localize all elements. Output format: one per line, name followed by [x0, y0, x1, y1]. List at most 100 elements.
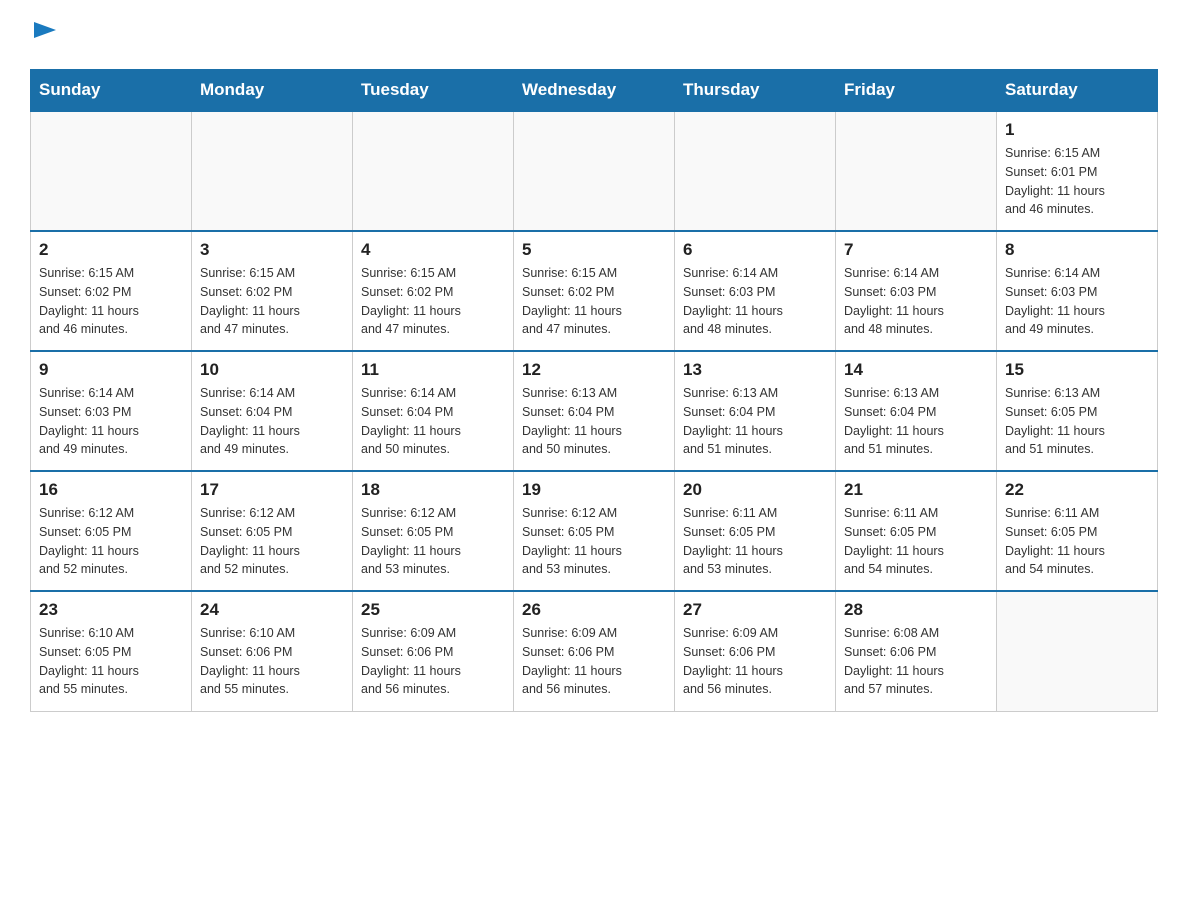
day-info: Sunrise: 6:12 AMSunset: 6:05 PMDaylight:… — [200, 504, 344, 579]
calendar-cell — [514, 111, 675, 231]
col-sunday: Sunday — [31, 70, 192, 112]
day-number: 14 — [844, 360, 988, 380]
calendar-cell: 2 Sunrise: 6:15 AMSunset: 6:02 PMDaylight… — [31, 231, 192, 351]
calendar-cell: 14 Sunrise: 6:13 AMSunset: 6:04 PMDayligh… — [836, 351, 997, 471]
col-tuesday: Tuesday — [353, 70, 514, 112]
calendar-cell: 11 Sunrise: 6:14 AMSunset: 6:04 PMDayligh… — [353, 351, 514, 471]
day-number: 6 — [683, 240, 827, 260]
day-number: 20 — [683, 480, 827, 500]
day-number: 28 — [844, 600, 988, 620]
week-row-3: 16 Sunrise: 6:12 AMSunset: 6:05 PMDayligh… — [31, 471, 1158, 591]
day-number: 17 — [200, 480, 344, 500]
day-number: 10 — [200, 360, 344, 380]
calendar-cell: 21 Sunrise: 6:11 AMSunset: 6:05 PMDayligh… — [836, 471, 997, 591]
day-info: Sunrise: 6:12 AMSunset: 6:05 PMDaylight:… — [522, 504, 666, 579]
day-info: Sunrise: 6:11 AMSunset: 6:05 PMDaylight:… — [683, 504, 827, 579]
calendar-cell: 5 Sunrise: 6:15 AMSunset: 6:02 PMDaylight… — [514, 231, 675, 351]
calendar-cell — [675, 111, 836, 231]
calendar-table: Sunday Monday Tuesday Wednesday Thursday… — [30, 69, 1158, 712]
calendar-cell — [997, 591, 1158, 711]
day-number: 1 — [1005, 120, 1149, 140]
calendar-cell: 22 Sunrise: 6:11 AMSunset: 6:05 PMDayligh… — [997, 471, 1158, 591]
week-row-2: 9Sunrise: 6:14 AMSunset: 6:03 PMDaylight… — [31, 351, 1158, 471]
day-number: 22 — [1005, 480, 1149, 500]
col-monday: Monday — [192, 70, 353, 112]
day-number: 27 — [683, 600, 827, 620]
calendar-cell: 13 Sunrise: 6:13 AMSunset: 6:04 PMDayligh… — [675, 351, 836, 471]
calendar-cell — [192, 111, 353, 231]
header — [30, 20, 1158, 49]
day-info: Sunrise: 6:15 AMSunset: 6:02 PMDaylight:… — [200, 264, 344, 339]
day-number: 7 — [844, 240, 988, 260]
calendar-cell — [31, 111, 192, 231]
calendar-cell: 19 Sunrise: 6:12 AMSunset: 6:05 PMDayligh… — [514, 471, 675, 591]
calendar-cell: 1 Sunrise: 6:15 AMSunset: 6:01 PMDaylight… — [997, 111, 1158, 231]
logo — [30, 20, 56, 49]
calendar-cell: 23 Sunrise: 6:10 AMSunset: 6:05 PMDayligh… — [31, 591, 192, 711]
calendar-cell: 6 Sunrise: 6:14 AMSunset: 6:03 PMDaylight… — [675, 231, 836, 351]
day-number: 23 — [39, 600, 183, 620]
day-info: Sunrise: 6:09 AMSunset: 6:06 PMDaylight:… — [361, 624, 505, 699]
calendar-cell: 7 Sunrise: 6:14 AMSunset: 6:03 PMDaylight… — [836, 231, 997, 351]
col-wednesday: Wednesday — [514, 70, 675, 112]
calendar-cell: 17 Sunrise: 6:12 AMSunset: 6:05 PMDayligh… — [192, 471, 353, 591]
day-info: Sunrise: 6:13 AMSunset: 6:04 PMDaylight:… — [683, 384, 827, 459]
logo-flag-icon — [34, 22, 56, 44]
calendar-cell — [836, 111, 997, 231]
calendar-cell: 28 Sunrise: 6:08 AMSunset: 6:06 PMDayligh… — [836, 591, 997, 711]
calendar-cell: 26 Sunrise: 6:09 AMSunset: 6:06 PMDayligh… — [514, 591, 675, 711]
day-number: 16 — [39, 480, 183, 500]
day-number: 2 — [39, 240, 183, 260]
day-info: Sunrise: 6:15 AMSunset: 6:01 PMDaylight:… — [1005, 144, 1149, 219]
day-info: Sunrise: 6:09 AMSunset: 6:06 PMDaylight:… — [522, 624, 666, 699]
calendar-cell: 8Sunrise: 6:14 AMSunset: 6:03 PMDaylight… — [997, 231, 1158, 351]
day-number: 11 — [361, 360, 505, 380]
day-number: 13 — [683, 360, 827, 380]
calendar-cell: 3 Sunrise: 6:15 AMSunset: 6:02 PMDaylight… — [192, 231, 353, 351]
calendar-cell: 27Sunrise: 6:09 AMSunset: 6:06 PMDayligh… — [675, 591, 836, 711]
calendar-cell: 25 Sunrise: 6:09 AMSunset: 6:06 PMDayligh… — [353, 591, 514, 711]
day-info: Sunrise: 6:11 AMSunset: 6:05 PMDaylight:… — [1005, 504, 1149, 579]
day-number: 19 — [522, 480, 666, 500]
col-thursday: Thursday — [675, 70, 836, 112]
day-number: 25 — [361, 600, 505, 620]
calendar-cell: 16 Sunrise: 6:12 AMSunset: 6:05 PMDayligh… — [31, 471, 192, 591]
day-number: 15 — [1005, 360, 1149, 380]
day-info: Sunrise: 6:14 AMSunset: 6:03 PMDaylight:… — [844, 264, 988, 339]
day-info: Sunrise: 6:10 AMSunset: 6:05 PMDaylight:… — [39, 624, 183, 699]
day-info: Sunrise: 6:15 AMSunset: 6:02 PMDaylight:… — [39, 264, 183, 339]
day-info: Sunrise: 6:14 AMSunset: 6:04 PMDaylight:… — [361, 384, 505, 459]
day-number: 5 — [522, 240, 666, 260]
day-number: 18 — [361, 480, 505, 500]
day-number: 3 — [200, 240, 344, 260]
day-info: Sunrise: 6:14 AMSunset: 6:04 PMDaylight:… — [200, 384, 344, 459]
day-info: Sunrise: 6:12 AMSunset: 6:05 PMDaylight:… — [361, 504, 505, 579]
day-info: Sunrise: 6:13 AMSunset: 6:04 PMDaylight:… — [522, 384, 666, 459]
calendar-cell: 20 Sunrise: 6:11 AMSunset: 6:05 PMDayligh… — [675, 471, 836, 591]
day-number: 12 — [522, 360, 666, 380]
day-info: Sunrise: 6:08 AMSunset: 6:06 PMDaylight:… — [844, 624, 988, 699]
calendar-cell: 9Sunrise: 6:14 AMSunset: 6:03 PMDaylight… — [31, 351, 192, 471]
header-row: Sunday Monday Tuesday Wednesday Thursday… — [31, 70, 1158, 112]
day-number: 4 — [361, 240, 505, 260]
calendar-cell: 10 Sunrise: 6:14 AMSunset: 6:04 PMDayligh… — [192, 351, 353, 471]
day-info: Sunrise: 6:13 AMSunset: 6:04 PMDaylight:… — [844, 384, 988, 459]
day-info: Sunrise: 6:15 AMSunset: 6:02 PMDaylight:… — [361, 264, 505, 339]
day-number: 21 — [844, 480, 988, 500]
week-row-0: 1 Sunrise: 6:15 AMSunset: 6:01 PMDaylight… — [31, 111, 1158, 231]
col-saturday: Saturday — [997, 70, 1158, 112]
day-info: Sunrise: 6:12 AMSunset: 6:05 PMDaylight:… — [39, 504, 183, 579]
day-number: 9 — [39, 360, 183, 380]
calendar-cell: 15 Sunrise: 6:13 AMSunset: 6:05 PMDayligh… — [997, 351, 1158, 471]
calendar-cell: 12 Sunrise: 6:13 AMSunset: 6:04 PMDayligh… — [514, 351, 675, 471]
day-number: 24 — [200, 600, 344, 620]
day-info: Sunrise: 6:11 AMSunset: 6:05 PMDaylight:… — [844, 504, 988, 579]
day-info: Sunrise: 6:14 AMSunset: 6:03 PMDaylight:… — [683, 264, 827, 339]
calendar-cell: 18 Sunrise: 6:12 AMSunset: 6:05 PMDayligh… — [353, 471, 514, 591]
day-info: Sunrise: 6:15 AMSunset: 6:02 PMDaylight:… — [522, 264, 666, 339]
calendar-cell: 4 Sunrise: 6:15 AMSunset: 6:02 PMDaylight… — [353, 231, 514, 351]
day-number: 26 — [522, 600, 666, 620]
day-number: 8 — [1005, 240, 1149, 260]
day-info: Sunrise: 6:13 AMSunset: 6:05 PMDaylight:… — [1005, 384, 1149, 459]
week-row-1: 2 Sunrise: 6:15 AMSunset: 6:02 PMDaylight… — [31, 231, 1158, 351]
